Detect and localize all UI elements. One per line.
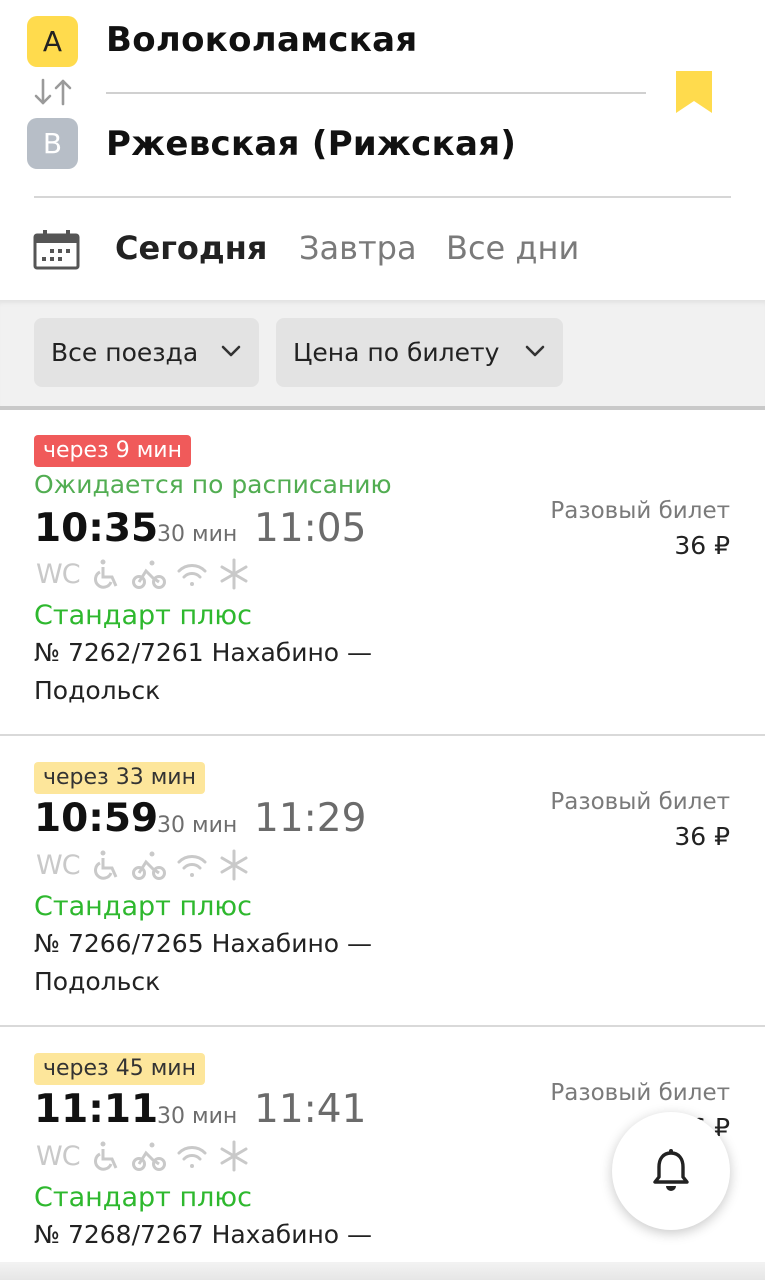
divider — [106, 92, 646, 94]
snowflake-icon — [220, 849, 248, 881]
duration: 30 мин — [157, 1104, 238, 1129]
countdown-badge: через 33 мин — [34, 762, 205, 794]
train-type: Стандарт плюс — [34, 600, 252, 631]
amenities: WC — [36, 1140, 250, 1172]
departure-time: 11:11 — [34, 1087, 159, 1132]
status-text: Ожидается по расписанию — [34, 470, 392, 499]
wc-icon: WC — [36, 1140, 81, 1172]
duration: 30 мин — [157, 522, 238, 547]
amenities: WC — [36, 558, 250, 590]
wifi-icon — [177, 564, 207, 586]
chevron-down-icon — [221, 345, 241, 357]
departure-time: 10:59 — [34, 796, 159, 841]
train-name: № 7266/7265 Нахабино — Подольск — [34, 929, 373, 996]
countdown-badge: через 9 мин — [34, 435, 191, 467]
departure-time: 10:35 — [34, 506, 159, 551]
countdown-badge: через 45 мин — [34, 1053, 205, 1085]
train-filter-dropdown[interactable]: Все поезда — [34, 318, 259, 387]
calendar-icon[interactable] — [33, 230, 80, 270]
bicycle-icon — [131, 1142, 166, 1171]
train-type: Стандарт плюс — [34, 1182, 252, 1213]
wc-icon: WC — [36, 558, 81, 590]
train-filter-label: Все поезда — [51, 338, 199, 367]
to-station[interactable]: Ржевская (Рижская) — [106, 124, 516, 164]
wifi-icon — [177, 855, 207, 877]
wheelchair-icon — [93, 559, 117, 589]
amenities: WC — [36, 849, 250, 881]
wheelchair-icon — [93, 1141, 117, 1171]
from-station[interactable]: Волоколамская — [106, 20, 418, 60]
bookmark-icon[interactable] — [676, 71, 712, 113]
filters-bar: Все поезда Цена по билету — [0, 300, 765, 406]
price-filter-dropdown[interactable]: Цена по билету — [276, 318, 563, 387]
bottom-bar — [0, 1262, 765, 1280]
arrival-time: 11:29 — [254, 796, 367, 841]
bell-icon — [653, 1149, 689, 1191]
tab-today[interactable]: Сегодня — [115, 229, 267, 267]
wc-icon: WC — [36, 849, 81, 881]
train-type: Стандарт плюс — [34, 891, 252, 922]
wifi-icon — [177, 1146, 207, 1168]
train-item[interactable]: через 33 мин 10:59 30 мин 11:29 WC Станд… — [0, 736, 765, 1027]
ticket-label: Разовый билет — [550, 1080, 730, 1106]
subscribe-button[interactable] — [612, 1112, 730, 1230]
tab-tomorrow[interactable]: Завтра — [299, 229, 417, 267]
swap-arrows-icon[interactable] — [32, 76, 74, 108]
train-item[interactable]: через 9 мин Ожидается по расписанию 10:3… — [0, 410, 765, 736]
bicycle-icon — [131, 851, 166, 880]
wheelchair-icon — [93, 850, 117, 880]
snowflake-icon — [220, 1140, 248, 1172]
snowflake-icon — [220, 558, 248, 590]
divider — [34, 196, 731, 198]
train-name: № 7262/7261 Нахабино — Подольск — [34, 638, 373, 705]
ticket-label: Разовый билет — [550, 498, 730, 524]
arrival-time: 11:05 — [254, 506, 367, 551]
bicycle-icon — [131, 560, 166, 589]
duration: 30 мин — [157, 813, 238, 838]
ticket-label: Разовый билет — [550, 789, 730, 815]
ticket-price: 36 ₽ — [674, 822, 730, 851]
from-badge: A — [27, 16, 78, 67]
arrival-time: 11:41 — [254, 1087, 367, 1132]
tab-all-days[interactable]: Все дни — [446, 229, 579, 267]
route-header: A B Волоколамская Ржевская (Рижская) Сег… — [0, 0, 765, 300]
price-filter-label: Цена по билету — [293, 338, 500, 367]
chevron-down-icon — [525, 345, 545, 357]
to-badge: B — [27, 118, 78, 169]
ticket-price: 36 ₽ — [674, 531, 730, 560]
